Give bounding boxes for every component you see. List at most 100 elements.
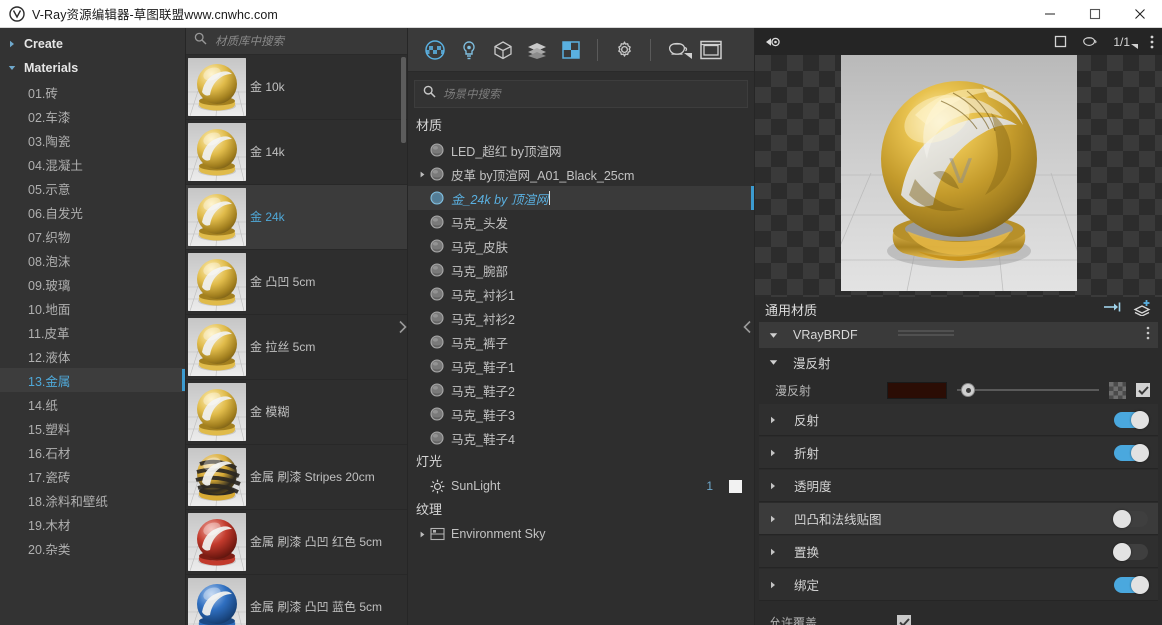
library-material-item[interactable]: 金 拉丝 5cm (186, 315, 407, 380)
maximize-button[interactable] (1072, 0, 1117, 28)
tree-row[interactable]: 马克_鞋子4 (408, 426, 754, 450)
library-material-item[interactable]: 金 14k (186, 120, 407, 185)
properties-collapse-button[interactable] (743, 28, 755, 625)
library-material-item[interactable]: 金属 刷漆 凸凹 蓝色 5cm (186, 575, 407, 625)
diffuse-group-header[interactable]: 漫反射 (759, 348, 1158, 376)
library-material-item[interactable]: 金属 刷漆 Stripes 20cm (186, 445, 407, 510)
tree-row[interactable]: 马克_头发 (408, 210, 754, 234)
tool-materials[interactable] (418, 33, 452, 67)
square-icon[interactable] (1054, 35, 1067, 48)
library-search-bar[interactable]: 材质库中搜索 (186, 28, 407, 55)
diffuse-slider[interactable] (957, 382, 1099, 398)
sidebar-item-12[interactable]: 12.液体 (0, 344, 185, 368)
sidebar-item-14[interactable]: 14.纸 (0, 392, 185, 416)
library-material-item[interactable]: 金 24k (186, 185, 407, 250)
sidebar-item-7[interactable]: 07.织物 (0, 224, 185, 248)
close-button[interactable] (1117, 0, 1162, 28)
sidebar-item-4[interactable]: 04.混凝土 (0, 152, 185, 176)
scene-tree[interactable]: 材质 LED_超红 by顶渲网 皮革 by顶渲网_A01_Black_25cm … (408, 108, 754, 625)
scene-search-input[interactable]: 场景中搜索 (443, 86, 501, 102)
allow-override-checkbox[interactable] (897, 615, 911, 625)
tree-row[interactable]: 马克_腕部 (408, 258, 754, 282)
chevron-right-icon[interactable] (769, 548, 779, 556)
add-layer-icon[interactable] (1132, 299, 1152, 321)
sidebar-item-18[interactable]: 18.涂料和壁纸 (0, 488, 185, 512)
library-material-item[interactable]: 金 10k (186, 55, 407, 120)
sidebar-group-materials[interactable]: Materials (0, 56, 185, 80)
chevron-right-icon[interactable] (769, 482, 779, 490)
sidebar-item-13[interactable]: 13.金属 (0, 368, 185, 392)
tool-preview-teapot[interactable] (660, 33, 694, 67)
teapot-icon[interactable] (1081, 35, 1099, 49)
chevron-right-icon[interactable] (769, 416, 779, 424)
chevron-down-icon[interactable] (769, 331, 779, 340)
property-row[interactable]: 反射 (759, 404, 1158, 436)
diffuse-enable-checkbox[interactable] (1136, 383, 1150, 397)
slider-knob[interactable] (961, 383, 975, 397)
sidebar-item-16[interactable]: 16.石材 (0, 440, 185, 464)
tree-row[interactable]: 马克_衬衫2 (408, 306, 754, 330)
property-row[interactable]: 绑定 (759, 569, 1158, 601)
tree-row[interactable]: 马克_鞋子2 (408, 378, 754, 402)
sidebar-item-6[interactable]: 06.自发光 (0, 200, 185, 224)
sidebar-item-20[interactable]: 20.杂类 (0, 536, 185, 560)
sidebar-item-19[interactable]: 19.木材 (0, 512, 185, 536)
sidebar-item-10[interactable]: 10.地面 (0, 296, 185, 320)
material-preview[interactable]: V (755, 55, 1162, 297)
property-row[interactable]: 置换 (759, 536, 1158, 568)
property-toggle[interactable] (1114, 445, 1148, 461)
chevron-right-icon[interactable] (416, 171, 428, 178)
chevron-right-icon[interactable] (769, 449, 779, 457)
sidebar-group-create[interactable]: Create (0, 32, 185, 56)
checker-texture-icon[interactable] (1109, 382, 1126, 399)
sidebar-item-15[interactable]: 15.塑料 (0, 416, 185, 440)
sidebar-item-17[interactable]: 17.瓷砖 (0, 464, 185, 488)
tool-lights[interactable] (452, 33, 486, 67)
property-toggle[interactable] (1114, 577, 1148, 593)
tool-render-elements[interactable] (520, 33, 554, 67)
property-toggle[interactable] (1114, 511, 1148, 527)
more-vertical-icon[interactable] (1150, 35, 1154, 49)
sidebar-item-5[interactable]: 05.示意 (0, 176, 185, 200)
property-row[interactable]: 凹凸和法线贴图 (759, 503, 1158, 535)
tree-row[interactable]: 马克_衬衫1 (408, 282, 754, 306)
sidebar-item-9[interactable]: 09.玻璃 (0, 272, 185, 296)
tree-row[interactable]: 皮革 by顶渲网_A01_Black_25cm (408, 162, 754, 186)
tool-textures[interactable] (554, 33, 588, 67)
tree-row[interactable]: 马克_鞋子1 (408, 354, 754, 378)
tree-row[interactable]: 马克_鞋子3 (408, 402, 754, 426)
sidebar-item-2[interactable]: 02.车漆 (0, 104, 185, 128)
more-vertical-icon[interactable] (1146, 326, 1150, 345)
chevron-right-icon[interactable] (416, 531, 428, 538)
tree-row[interactable]: LED_超红 by顶渲网 (408, 138, 754, 162)
sidebar-item-1[interactable]: 01.砖 (0, 80, 185, 104)
property-toggle[interactable] (1114, 544, 1148, 560)
diffuse-color-swatch[interactable] (887, 382, 947, 399)
library-collapse-button[interactable] (395, 28, 409, 625)
minimize-button[interactable] (1027, 0, 1072, 28)
material-library-list[interactable]: 金 10k 金 14k (186, 55, 407, 625)
chevron-right-icon[interactable] (769, 581, 779, 589)
property-toggle[interactable] (1114, 412, 1148, 428)
tool-geometry[interactable] (486, 33, 520, 67)
property-row[interactable]: 折射 (759, 437, 1158, 469)
scene-search-bar[interactable]: 场景中搜索 (414, 80, 748, 108)
preview-ratio[interactable]: 1/1 (1113, 35, 1136, 49)
sidebar-item-8[interactable]: 08.泡沫 (0, 248, 185, 272)
chevron-down-icon[interactable] (769, 358, 779, 367)
library-material-item[interactable]: 金属 刷漆 凸凹 红色 5cm (186, 510, 407, 575)
tree-row[interactable]: 马克_裤子 (408, 330, 754, 354)
tree-row[interactable]: Environment Sky (408, 522, 754, 546)
tool-render-window[interactable] (694, 33, 728, 67)
library-material-item[interactable]: 金 模糊 (186, 380, 407, 445)
brdf-section-header[interactable]: VRayBRDF (759, 322, 1158, 348)
tool-settings[interactable] (607, 33, 641, 67)
chevron-right-icon[interactable] (769, 515, 779, 523)
library-material-item[interactable]: 金 凸凹 5cm (186, 250, 407, 315)
sidebar-item-3[interactable]: 03.陶瓷 (0, 128, 185, 152)
tree-row[interactable]: SunLight1 (408, 474, 754, 498)
sidebar-item-11[interactable]: 11.皮革 (0, 320, 185, 344)
property-row[interactable]: 透明度 (759, 470, 1158, 502)
tree-row[interactable]: 金_24k by 顶渲网 (408, 186, 754, 210)
tree-row[interactable]: 马克_皮肤 (408, 234, 754, 258)
